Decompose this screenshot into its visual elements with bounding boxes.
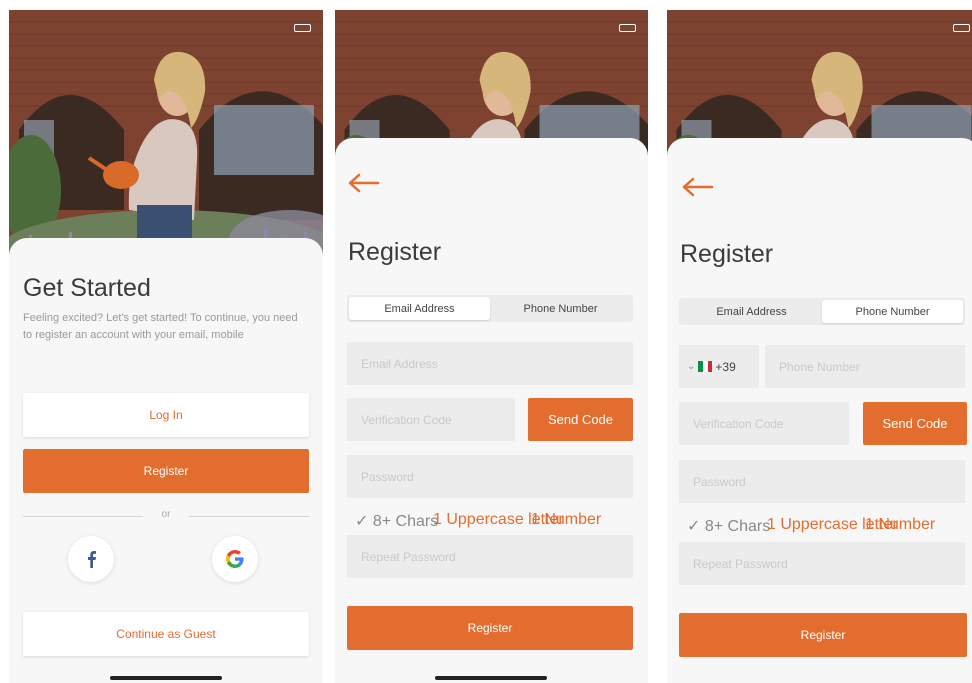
send-code-button[interactable]: Send Code	[528, 398, 633, 441]
send-code-button[interactable]: Send Code	[863, 402, 967, 445]
tab-phone[interactable]: Phone Number	[822, 300, 963, 323]
password-field[interactable]	[347, 455, 633, 498]
tab-email[interactable]: Email Address	[349, 297, 490, 320]
tab-email[interactable]: Email Address	[681, 300, 822, 323]
page-title: Register	[348, 238, 442, 266]
get-started-sheet: Get Started Feeling excited? Let's get s…	[9, 238, 323, 683]
battery-icon	[619, 24, 636, 32]
battery-icon	[294, 24, 311, 32]
register-sheet: Register Email Address Phone Number ⌄ +3…	[667, 138, 972, 683]
register-email-screen: Register Email Address Phone Number Send…	[335, 10, 648, 683]
facebook-button[interactable]	[68, 536, 114, 582]
hero-photo	[9, 10, 323, 270]
email-field[interactable]	[347, 342, 633, 385]
or-divider: or	[23, 509, 309, 523]
password-field[interactable]	[679, 460, 965, 503]
country-code-value: +39	[715, 359, 736, 374]
register-button[interactable]: Register	[23, 449, 309, 493]
chevron-down-icon: ⌄	[687, 361, 696, 372]
divider-line	[189, 516, 309, 517]
italy-flag-icon	[698, 361, 713, 372]
get-started-screen: Get Started Feeling excited? Let's get s…	[9, 10, 323, 683]
rule-number: 1 Number	[531, 511, 602, 528]
back-arrow-icon[interactable]	[681, 176, 715, 198]
rule-number: 1 Number	[865, 516, 936, 533]
page-title: Get Started	[23, 274, 151, 302]
repeat-password-field[interactable]	[679, 542, 965, 585]
register-sheet: Register Email Address Phone Number Send…	[335, 138, 648, 683]
tab-phone[interactable]: Phone Number	[490, 297, 631, 320]
or-label: or	[161, 509, 171, 520]
register-phone-screen: Register Email Address Phone Number ⌄ +3…	[667, 10, 972, 683]
rule-length: ✓ 8+ Chars	[355, 513, 439, 530]
rule-length: ✓ 8+ Chars	[687, 518, 771, 535]
page-title: Register	[680, 240, 774, 268]
verification-code-field[interactable]	[347, 398, 515, 441]
home-indicator	[435, 676, 547, 680]
google-button[interactable]	[212, 536, 258, 582]
intro-text: Feeling excited? Let's get started! To c…	[23, 312, 298, 341]
back-arrow-icon[interactable]	[347, 172, 381, 194]
register-submit-button[interactable]: Register	[679, 613, 967, 657]
repeat-password-field[interactable]	[347, 535, 633, 578]
register-method-tabs: Email Address Phone Number	[679, 298, 965, 325]
register-method-tabs: Email Address Phone Number	[347, 295, 633, 322]
verification-code-field[interactable]	[679, 402, 849, 445]
guest-button[interactable]: Continue as Guest	[23, 612, 309, 656]
register-submit-button[interactable]: Register	[347, 606, 633, 650]
login-button[interactable]: Log In	[23, 393, 309, 437]
home-indicator	[110, 676, 222, 680]
battery-icon	[953, 24, 970, 32]
google-icon	[226, 550, 244, 568]
phone-number-field[interactable]	[765, 345, 965, 388]
country-code-select[interactable]: ⌄ +39	[679, 345, 759, 388]
facebook-icon	[88, 551, 96, 568]
